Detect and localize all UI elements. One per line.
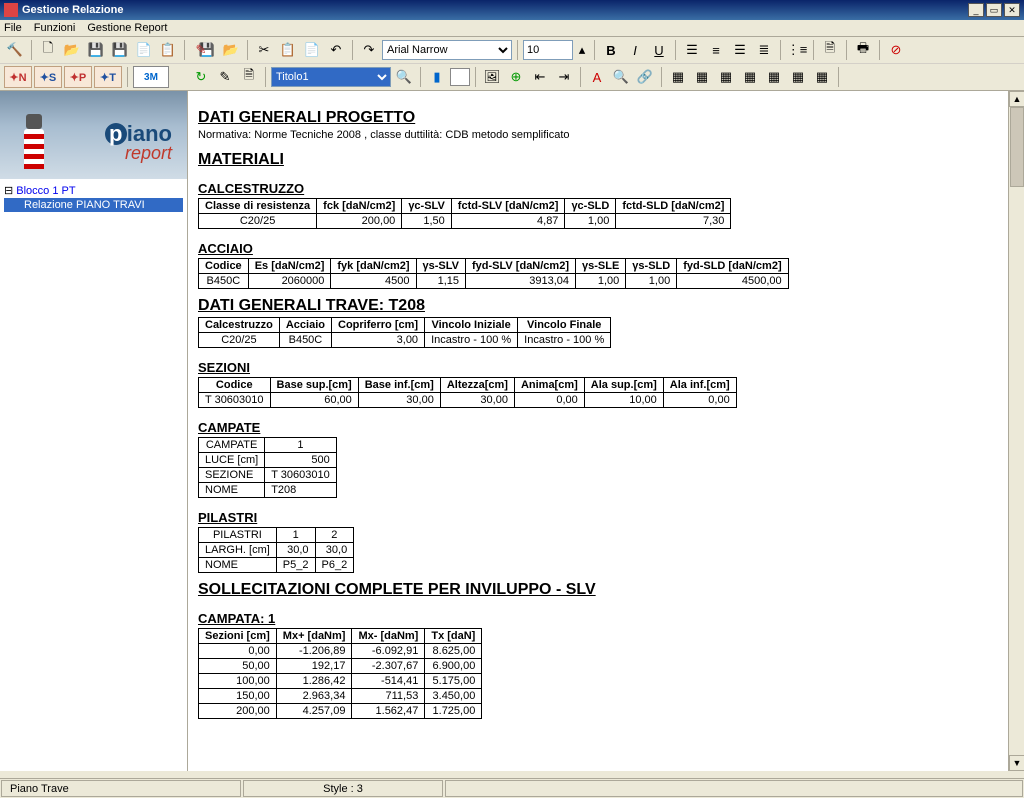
copy-icon[interactable]: 📋 bbox=[277, 39, 299, 61]
window-title: Gestione Relazione bbox=[22, 4, 968, 16]
btn-n-red[interactable]: ✦N bbox=[4, 66, 32, 88]
new-icon[interactable]: 🗋 bbox=[37, 39, 59, 61]
logo-area: piano report bbox=[0, 91, 187, 179]
table-calcestruzzo: Classe di resistenzafck [daN/cm2]γc-SLV … bbox=[198, 198, 731, 229]
image-icon[interactable]: 🖼 bbox=[481, 66, 503, 88]
menu-gestione-report[interactable]: Gestione Report bbox=[87, 22, 167, 34]
table-opt2-icon[interactable]: ▦ bbox=[811, 66, 833, 88]
toolbars: 🔨 🗋 📂 💾 💾 📄 📋 ✎ 💾 📂 ✂ 📋 📄 ↶ ↷ Arial Narr… bbox=[0, 37, 1024, 91]
heading-trave: DATI GENERALI TRAVE: T208 bbox=[198, 297, 1014, 315]
edit-icon[interactable]: ✎ bbox=[214, 66, 236, 88]
apply-style-icon[interactable]: 🔍 bbox=[393, 66, 415, 88]
document-content[interactable]: DATI GENERALI PROGETTO Normativa: Norme … bbox=[188, 91, 1024, 771]
sidebar: piano report Blocco 1 PT Relazione PIANO… bbox=[0, 91, 188, 771]
indent-left-icon[interactable]: ⇤ bbox=[529, 66, 551, 88]
save-all-icon[interactable]: 💾 bbox=[109, 39, 131, 61]
table-campate: CAMPATE1 LUCE [cm]500 SEZIONET 30603010 … bbox=[198, 437, 337, 498]
btn-p-red[interactable]: ✦P bbox=[64, 66, 92, 88]
open2-icon[interactable]: 📂 bbox=[220, 39, 242, 61]
align-justify-icon[interactable]: ≣ bbox=[753, 39, 775, 61]
scroll-thumb[interactable] bbox=[1010, 107, 1024, 187]
scroll-down-icon[interactable]: ▼ bbox=[1009, 755, 1024, 771]
link-add-icon[interactable]: ⊕ bbox=[505, 66, 527, 88]
stop-icon[interactable]: ⊘ bbox=[885, 39, 907, 61]
brush-icon[interactable]: ✎ bbox=[190, 39, 212, 61]
chain-icon[interactable]: 🔗 bbox=[634, 66, 656, 88]
titlebar: Gestione Relazione _ ▭ ✕ bbox=[0, 0, 1024, 20]
table-trave: CalcestruzzoAcciaioCopriferro [cm] Vinco… bbox=[198, 317, 611, 348]
heading-acciaio: ACCIAIO bbox=[198, 241, 1014, 256]
status-mid: Style : 3 bbox=[243, 780, 443, 797]
heading-materiali: MATERIALI bbox=[198, 151, 1014, 169]
menu-file[interactable]: File bbox=[4, 22, 22, 34]
normativa-text: Normativa: Norme Tecniche 2008 , classe … bbox=[198, 129, 1014, 141]
statusbar: Piano Trave Style : 3 bbox=[0, 778, 1024, 798]
table-sezioni: CodiceBase sup.[cm]Base inf.[cm]Altezza[… bbox=[198, 377, 737, 408]
table-sollecitazioni: Sezioni [cm]Mx+ [daNm] Mx- [daNm]Tx [daN… bbox=[198, 628, 482, 719]
paste-icon[interactable]: 📄 bbox=[301, 39, 323, 61]
minimize-button[interactable]: _ bbox=[968, 3, 984, 17]
lighthouse-icon bbox=[20, 109, 48, 169]
italic-button[interactable]: I bbox=[624, 39, 646, 61]
font-color-icon[interactable]: A bbox=[586, 66, 608, 88]
doc-icon[interactable]: 🗎 bbox=[238, 66, 260, 88]
export-icon[interactable]: 📄 bbox=[133, 39, 155, 61]
heading-sezioni: SEZIONI bbox=[198, 360, 1014, 375]
maximize-button[interactable]: ▭ bbox=[986, 3, 1002, 17]
table-opt1-icon[interactable]: ▦ bbox=[787, 66, 809, 88]
main-area: piano report Blocco 1 PT Relazione PIANO… bbox=[0, 91, 1024, 771]
page-icon[interactable]: 🗎 bbox=[819, 39, 841, 61]
menubar: File Funzioni Gestione Report bbox=[0, 20, 1024, 37]
btn-s-blue[interactable]: ✦S bbox=[34, 66, 62, 88]
table-insert-icon[interactable]: ▦ bbox=[667, 66, 689, 88]
align-left-icon[interactable]: ☰ bbox=[681, 39, 703, 61]
report-icon[interactable]: 📋 bbox=[157, 39, 179, 61]
btn-t-blue[interactable]: ✦T bbox=[94, 66, 122, 88]
undo-icon[interactable]: ↶ bbox=[325, 39, 347, 61]
print-icon[interactable]: 🖶 bbox=[852, 39, 874, 61]
marker-icon[interactable]: ▮ bbox=[426, 66, 448, 88]
menu-funzioni[interactable]: Funzioni bbox=[34, 22, 76, 34]
align-center-icon[interactable]: ≡ bbox=[705, 39, 727, 61]
table-row-icon[interactable]: ▦ bbox=[691, 66, 713, 88]
style-select[interactable]: Titolo1 bbox=[271, 67, 391, 87]
table-col-icon[interactable]: ▦ bbox=[715, 66, 737, 88]
heading-pilastri: PILASTRI bbox=[198, 510, 1014, 525]
heading-dati-generali: DATI GENERALI PROGETTO bbox=[198, 109, 1014, 127]
table-pilastri: PILASTRI12 LARGH. [cm]30,030,0 NOMEP5_2P… bbox=[198, 527, 354, 573]
tool-home-icon[interactable]: 🔨 bbox=[4, 39, 26, 61]
heading-campata1: CAMPATA: 1 bbox=[198, 611, 1014, 626]
bold-button[interactable]: B bbox=[600, 39, 622, 61]
tree-root[interactable]: Blocco 1 PT bbox=[4, 183, 183, 198]
save-icon[interactable]: 💾 bbox=[85, 39, 107, 61]
close-button[interactable]: ✕ bbox=[1004, 3, 1020, 17]
open-icon[interactable]: 📂 bbox=[61, 39, 83, 61]
vertical-scrollbar[interactable]: ▲ ▼ bbox=[1008, 91, 1024, 771]
table-acciaio: CodiceEs [daN/cm2]fyk [daN/cm2]γs-SLV fy… bbox=[198, 258, 789, 289]
cut-icon[interactable]: ✂ bbox=[253, 39, 275, 61]
underline-button[interactable]: U bbox=[648, 39, 670, 61]
btn-3m[interactable]: 3M bbox=[133, 66, 169, 88]
table-del-icon[interactable]: ▦ bbox=[739, 66, 761, 88]
font-select[interactable]: Arial Narrow bbox=[382, 40, 512, 60]
heading-sollecitazioni: SOLLECITAZIONI COMPLETE PER INVILUPPO - … bbox=[198, 581, 1014, 599]
redo-icon[interactable]: ↷ bbox=[358, 39, 380, 61]
tree-view[interactable]: Blocco 1 PT Relazione PIANO TRAVI bbox=[0, 179, 187, 771]
font-size-input[interactable] bbox=[523, 40, 573, 60]
app-icon bbox=[4, 3, 18, 17]
refresh-icon[interactable]: ↻ bbox=[190, 66, 212, 88]
scroll-up-icon[interactable]: ▲ bbox=[1009, 91, 1024, 107]
tree-child-selected[interactable]: Relazione PIANO TRAVI bbox=[4, 198, 183, 212]
indent-right-icon[interactable]: ⇥ bbox=[553, 66, 575, 88]
size-up-icon[interactable]: ▴ bbox=[575, 39, 589, 61]
bullets-icon[interactable]: ⋮≡ bbox=[786, 39, 808, 61]
color-box[interactable] bbox=[450, 68, 470, 86]
status-left: Piano Trave bbox=[1, 780, 241, 797]
search-icon[interactable]: 🔍 bbox=[610, 66, 632, 88]
table-merge-icon[interactable]: ▦ bbox=[763, 66, 785, 88]
status-fill bbox=[445, 780, 1023, 797]
heading-campate: CAMPATE bbox=[198, 420, 1014, 435]
align-right-icon[interactable]: ☰ bbox=[729, 39, 751, 61]
heading-calc: CALCESTRUZZO bbox=[198, 181, 1014, 196]
